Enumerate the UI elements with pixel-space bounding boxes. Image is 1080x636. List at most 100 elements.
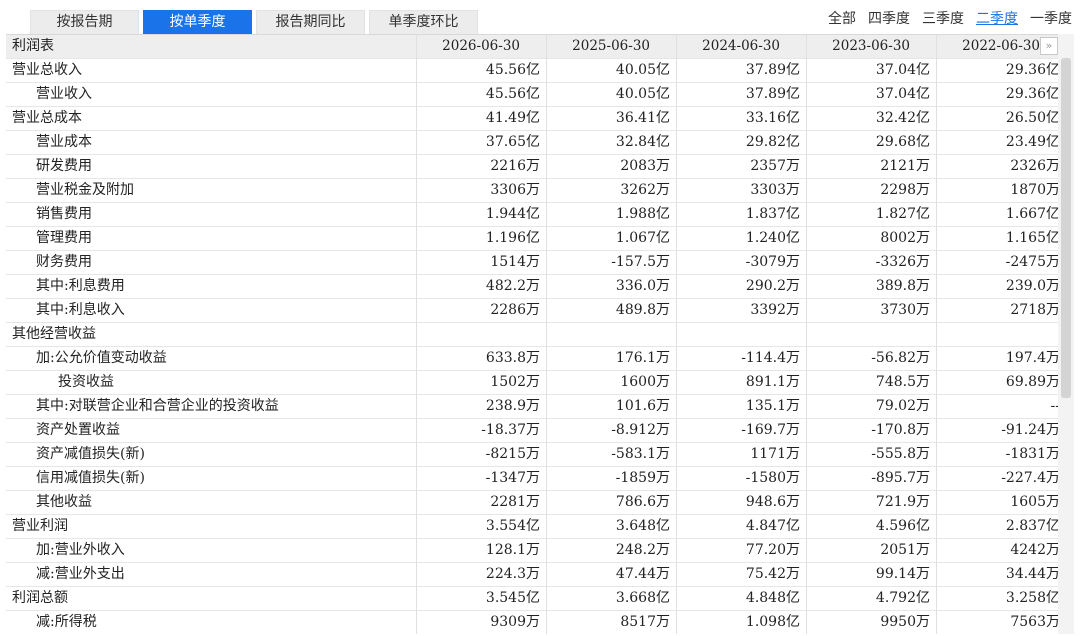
value-cell: 3303万 [676,179,806,203]
value-cell: 29.36亿 [936,59,1058,83]
table-row: 信用减值损失(新) -1347万 -1859万 -1580万 -895.7万 -227.4… [6,467,1058,491]
table-row: 投资收益 1502万 1600万 891.1万 748.5万 69.89万 [6,371,1058,395]
row-label: 其中:利息费用 [36,278,125,294]
value-cell: 239.0万 [936,275,1058,299]
value-cell: 2083万 [546,155,676,179]
value-cell: 1600万 [546,371,676,395]
tab-by-single-quarter[interactable]: 按单季度 [143,10,252,34]
value-cell: -170.8万 [806,419,936,443]
scrollbar-thumb[interactable] [1061,58,1071,398]
row-label: 其他收益 [36,494,92,510]
tab-by-report-period[interactable]: 按报告期 [30,10,139,34]
value-cell: 1.837亿 [676,203,806,227]
value-cell: -169.7万 [676,419,806,443]
table-row: 其中:利息费用 482.2万 336.0万 290.2万 389.8万 239.0万 [6,275,1058,299]
value-cell: 389.8万 [806,275,936,299]
value-cell: 8002万 [806,227,936,251]
period-q2[interactable]: 二季度 [976,8,1018,28]
value-cell: 248.2万 [546,539,676,563]
income-statement-table: 利润表 2026-06-30 2025-06-30 2024-06-30 202… [6,34,1058,634]
value-cell: 26.50亿 [936,107,1058,131]
value-cell: 3262万 [546,179,676,203]
table-rows: 营业总收入 45.56亿 40.05亿 37.89亿 37.04亿 29.36亿 营业收入 4… [6,59,1058,634]
table-row: 其中:利息收入 2286万 489.8万 3392万 3730万 2718万 [6,299,1058,323]
row-label: 其中:利息收入 [36,302,125,318]
table-row: 营业税金及附加 3306万 3262万 3303万 2298万 1870万 [6,179,1058,203]
value-cell [416,323,546,347]
value-cell: 1870万 [936,179,1058,203]
value-cell: 176.1万 [546,347,676,371]
value-cell: -8215万 [416,443,546,467]
column-header-date: 2024-06-30 [676,35,806,59]
value-cell: 32.42亿 [806,107,936,131]
row-label: 资产减值损失(新) [36,446,145,462]
value-cell: 37.89亿 [676,59,806,83]
table-row: 销售费用 1.944亿 1.988亿 1.837亿 1.827亿 1.667亿 [6,203,1058,227]
value-cell: -1347万 [416,467,546,491]
value-cell: 4.792亿 [806,587,936,611]
row-label: 减:所得税 [36,614,97,630]
value-cell: 128.1万 [416,539,546,563]
value-cell: 2286万 [416,299,546,323]
table-row: 加:营业外收入 128.1万 248.2万 77.20万 2051万 4242万 [6,539,1058,563]
value-cell: 34.44万 [936,563,1058,587]
period-q1[interactable]: 一季度 [1030,8,1072,28]
value-cell: 37.04亿 [806,83,936,107]
value-cell: 33.16亿 [676,107,806,131]
value-cell: 2281万 [416,491,546,515]
value-cell: 77.20万 [676,539,806,563]
value-cell: 786.6万 [546,491,676,515]
value-cell: 1.944亿 [416,203,546,227]
value-cell: 45.56亿 [416,83,546,107]
value-cell: 1.988亿 [546,203,676,227]
period-all[interactable]: 全部 [828,8,856,28]
table-row: 管理费用 1.196亿 1.067亿 1.240亿 8002万 1.165亿 [6,227,1058,251]
row-label: 其他经营收益 [12,326,96,342]
value-cell: 45.56亿 [416,59,546,83]
value-cell: 721.9万 [806,491,936,515]
value-cell: 2051万 [806,539,936,563]
value-cell: 1.067亿 [546,227,676,251]
value-cell: 40.05亿 [546,59,676,83]
value-cell: -895.7万 [806,467,936,491]
column-header-date: 2026-06-30 [416,35,546,59]
value-cell: 29.68亿 [806,131,936,155]
table-row: 利润总额 3.545亿 3.668亿 4.848亿 4.792亿 3.258亿 [6,587,1058,611]
table-row: 其中:对联营企业和合营企业的投资收益 238.9万 101.6万 135.1万 79.0… [6,395,1058,419]
value-cell: 2121万 [806,155,936,179]
value-cell: 482.2万 [416,275,546,299]
next-columns-button[interactable]: » [1040,37,1058,55]
value-cell: 37.65亿 [416,131,546,155]
value-cell [676,323,806,347]
tab-single-quarter-qoq[interactable]: 单季度环比 [369,10,478,34]
value-cell: 1605万 [936,491,1058,515]
row-label: 利润总额 [12,590,68,606]
row-label: 财务费用 [36,254,92,270]
table-row: 财务费用 1514万 -157.5万 -3079万 -3326万 -2475万 [6,251,1058,275]
value-cell: 2216万 [416,155,546,179]
period-filter: 全部 四季度 三季度 二季度 一季度 [828,8,1072,28]
table-title: 利润表 [12,38,54,54]
value-cell: -2475万 [936,251,1058,275]
row-label: 资产处置收益 [36,422,120,438]
value-cell: -1859万 [546,467,676,491]
value-cell: 75.42万 [676,563,806,587]
row-label: 销售费用 [36,206,92,222]
period-q4[interactable]: 四季度 [868,8,910,28]
value-cell: 7563万 [936,611,1058,634]
row-label: 减:营业外支出 [36,566,125,582]
row-label: 加:营业外收入 [36,542,125,558]
period-q3[interactable]: 三季度 [922,8,964,28]
tab-report-period-yoy[interactable]: 报告期同比 [256,10,365,34]
row-label: 研发费用 [36,158,92,174]
value-cell: 1.196亿 [416,227,546,251]
value-cell: 3730万 [806,299,936,323]
value-cell: 948.6万 [676,491,806,515]
value-cell: 32.84亿 [546,131,676,155]
value-cell: -114.4万 [676,347,806,371]
value-cell: -91.24万 [936,419,1058,443]
value-cell: 2298万 [806,179,936,203]
value-cell: 1.165亿 [936,227,1058,251]
value-cell: 238.9万 [416,395,546,419]
table-row: 其他收益 2281万 786.6万 948.6万 721.9万 1605万 [6,491,1058,515]
